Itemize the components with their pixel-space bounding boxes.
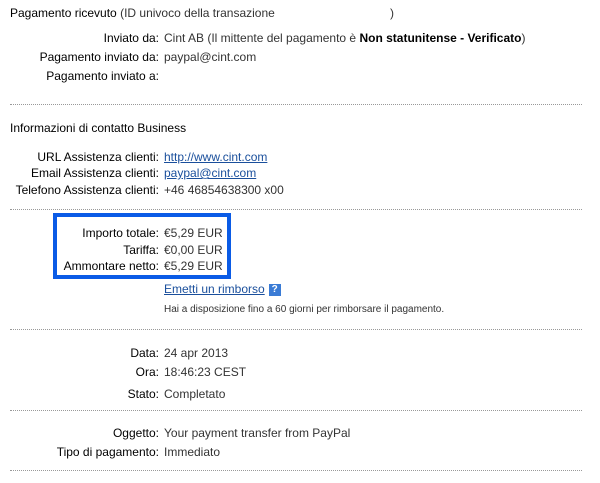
status-label: Stato: bbox=[127, 387, 159, 401]
net-amount-row: Ammontare netto: €5,29 EUR bbox=[0, 258, 600, 274]
refund-note: Hai a disposizione fino a 60 giorni per … bbox=[164, 304, 445, 315]
transaction-id-label: (ID univoco della transazione bbox=[120, 6, 275, 20]
payment-sent-by-value: paypal@cint.com bbox=[164, 50, 257, 64]
time-value: 18:46:23 CEST bbox=[164, 365, 247, 379]
sent-by-value: Cint AB (Il mittente del pagamento è Non… bbox=[164, 31, 526, 45]
payment-sent-to-row: Pagamento inviato a: bbox=[0, 68, 600, 84]
net-amount-value: €5,29 EUR bbox=[164, 259, 223, 273]
support-url-label: URL Assistenza clienti: bbox=[37, 150, 159, 164]
support-phone-value: +46 46854638300 x00 bbox=[164, 183, 284, 197]
transaction-id-close: ) bbox=[390, 6, 394, 20]
divider bbox=[10, 470, 582, 471]
divider bbox=[10, 209, 582, 210]
payment-type-value: Immediato bbox=[164, 445, 221, 459]
date-label: Data: bbox=[130, 346, 159, 360]
support-email-row: Email Assistenza clienti: paypal@cint.co… bbox=[0, 165, 600, 181]
support-email-link[interactable]: paypal@cint.com bbox=[164, 166, 256, 180]
status-value: Completato bbox=[164, 387, 226, 401]
refund-row: Emetti un rimborso? bbox=[0, 281, 600, 297]
divider bbox=[10, 104, 582, 105]
divider bbox=[10, 329, 582, 330]
help-icon[interactable]: ? bbox=[268, 283, 281, 296]
support-phone-row: Telefono Assistenza clienti: +46 4685463… bbox=[0, 182, 600, 198]
time-row: Ora: 18:46:23 CEST bbox=[0, 364, 600, 380]
subject-row: Oggetto: Your payment transfer from PayP… bbox=[0, 425, 600, 441]
support-phone-label: Telefono Assistenza clienti: bbox=[15, 183, 159, 197]
sender-row: Inviato da: Cint AB (Il mittente del pag… bbox=[0, 30, 600, 46]
total-amount-label: Importo totale: bbox=[82, 226, 159, 240]
status-row: Stato: Completato bbox=[0, 386, 600, 402]
total-amount-value: €5,29 EUR bbox=[164, 226, 223, 240]
support-url-link[interactable]: http://www.cint.com bbox=[164, 150, 267, 164]
page-header: Pagamento ricevuto (ID univoco della tra… bbox=[10, 6, 394, 20]
issue-refund-link[interactable]: Emetti un rimborso bbox=[164, 282, 265, 296]
verified-status: Non statunitense - Verificato bbox=[359, 31, 522, 45]
date-row: Data: 24 apr 2013 bbox=[0, 345, 600, 361]
net-amount-label: Ammontare netto: bbox=[63, 259, 159, 273]
fee-label: Tariffa: bbox=[123, 243, 159, 257]
support-url-row: URL Assistenza clienti: http://www.cint.… bbox=[0, 149, 600, 165]
page-title: Pagamento ricevuto bbox=[10, 6, 117, 20]
contact-section-title: Informazioni di contatto Business bbox=[10, 121, 187, 135]
subject-label: Oggetto: bbox=[112, 426, 159, 440]
sent-by-label: Inviato da: bbox=[103, 31, 159, 45]
support-email-label: Email Assistenza clienti: bbox=[30, 166, 159, 180]
subject-value: Your payment transfer from PayPal bbox=[164, 426, 351, 440]
fee-row: Tariffa: €0,00 EUR bbox=[0, 242, 600, 258]
time-label: Ora: bbox=[135, 365, 159, 379]
total-amount-row: Importo totale: €5,29 EUR bbox=[0, 225, 600, 241]
payment-type-row: Tipo di pagamento: Immediato bbox=[0, 444, 600, 460]
payment-sent-to-label: Pagamento inviato a: bbox=[46, 69, 159, 83]
fee-value: €0,00 EUR bbox=[164, 243, 223, 257]
refund-note-row: Hai a disposizione fino a 60 giorni per … bbox=[0, 302, 600, 318]
payment-type-label: Tipo di pagamento: bbox=[56, 445, 159, 459]
date-value: 24 apr 2013 bbox=[164, 346, 229, 360]
divider bbox=[10, 410, 582, 411]
payment-sent-by-row: Pagamento inviato da: paypal@cint.com bbox=[0, 49, 600, 65]
payment-sent-by-label: Pagamento inviato da: bbox=[39, 50, 159, 64]
